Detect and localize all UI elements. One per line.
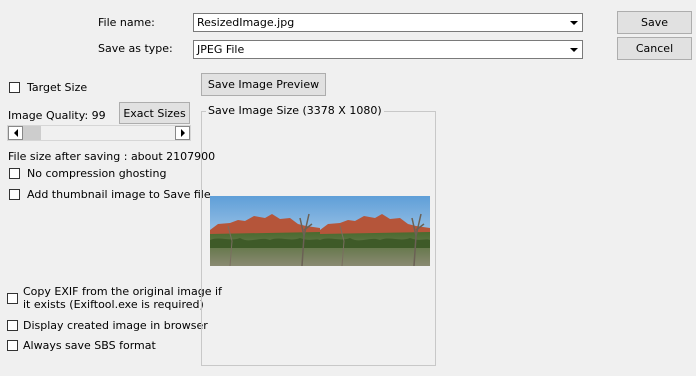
copy-exif-label-line1: Copy EXIF from the original image if	[23, 285, 222, 298]
no-compression-ghosting-label: No compression ghosting	[27, 167, 167, 180]
image-quality-text: Image Quality:	[8, 109, 89, 122]
landscape-image	[210, 196, 430, 266]
scrollbar-thumb[interactable]	[23, 126, 41, 140]
image-quality-value: 99	[91, 109, 106, 122]
sbs-preview-image	[210, 196, 430, 266]
image-quality-label: Image Quality: 99	[8, 109, 106, 123]
save-image-preview-button[interactable]: Save Image Preview	[201, 73, 326, 96]
right-eye-view	[320, 196, 430, 266]
save-button[interactable]: Save	[617, 11, 692, 34]
scroll-right-arrow-icon[interactable]	[175, 126, 190, 140]
no-compression-ghosting-checkbox[interactable]	[9, 168, 20, 179]
always-sbs-label: Always save SBS format	[23, 339, 156, 352]
file-name-combobox[interactable]: ResizedImage.jpg	[193, 13, 583, 32]
left-eye-view	[210, 196, 320, 266]
file-size-text: File size after saving : about 2107900	[8, 150, 216, 163]
exact-sizes-button[interactable]: Exact Sizes	[119, 102, 190, 124]
copy-exif-checkbox[interactable]	[7, 293, 18, 304]
chevron-down-icon[interactable]	[566, 42, 581, 57]
file-name-value: ResizedImage.jpg	[197, 16, 295, 29]
add-thumbnail-checkbox[interactable]	[9, 189, 20, 200]
save-image-size-title: Save Image Size (3378 X 1080)	[206, 104, 384, 118]
file-name-label: File name:	[98, 16, 155, 29]
display-in-browser-checkbox[interactable]	[7, 320, 18, 331]
target-size-checkbox[interactable]	[9, 82, 20, 93]
save-as-type-label: Save as type:	[98, 42, 173, 55]
display-in-browser-label: Display created image in browser	[23, 319, 208, 332]
chevron-down-icon[interactable]	[566, 15, 581, 30]
copy-exif-label-line2: it exists (Exiftool.exe is required)	[23, 298, 204, 311]
save-as-type-combobox[interactable]: JPEG File	[193, 40, 583, 59]
target-size-label: Target Size	[27, 81, 88, 94]
save-as-type-value: JPEG File	[197, 43, 245, 56]
add-thumbnail-label: Add thumbnail image to Save file	[27, 188, 211, 201]
cancel-button[interactable]: Cancel	[617, 37, 692, 60]
scroll-left-arrow-icon[interactable]	[8, 126, 23, 140]
always-sbs-checkbox[interactable]	[7, 340, 18, 351]
image-quality-scrollbar[interactable]	[7, 125, 191, 141]
